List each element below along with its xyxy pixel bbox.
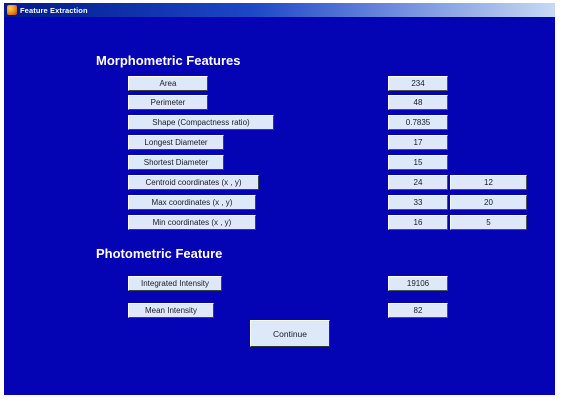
title-bar[interactable]: Feature Extraction [4,3,555,17]
shape-compactness-value: 0.7835 [388,115,448,130]
perimeter-value: 48 [388,95,448,110]
centroid-x-value: 24 [388,175,448,190]
longest-diameter-value: 17 [388,135,448,150]
matlab-icon [7,5,17,15]
min-y-value: 5 [450,215,527,230]
min-coordinates-label: Min coordinates (x , y) [128,215,256,230]
min-x-value: 16 [388,215,448,230]
centroid-coordinates-label: Centroid coordinates (x , y) [128,175,259,190]
shape-compactness-label: Shape (Compactness ratio) [128,115,274,130]
morphometric-heading: Morphometric Features [96,53,241,68]
longest-diameter-label: Longest Diameter [128,135,224,150]
mean-intensity-label: Mean Intensity [128,303,214,318]
integrated-intensity-label: Integrated Intensity [128,276,222,291]
area-value: 234 [388,76,448,91]
integrated-intensity-value: 19106 [388,276,448,291]
centroid-y-value: 12 [450,175,527,190]
window-title: Feature Extraction [20,5,88,15]
max-x-value: 33 [388,195,448,210]
mean-intensity-value: 82 [388,303,448,318]
continue-button[interactable]: Continue [250,320,330,347]
area-label: Area [128,76,208,91]
feature-extraction-window: Feature Extraction Morphometric Features… [4,3,555,395]
shortest-diameter-label: Shortest Diameter [128,155,224,170]
shortest-diameter-value: 15 [388,155,448,170]
perimeter-label: Perimeter [128,95,208,110]
photometric-heading: Photometric Feature [96,246,223,261]
max-y-value: 20 [450,195,527,210]
max-coordinates-label: Max coordinates (x , y) [128,195,256,210]
